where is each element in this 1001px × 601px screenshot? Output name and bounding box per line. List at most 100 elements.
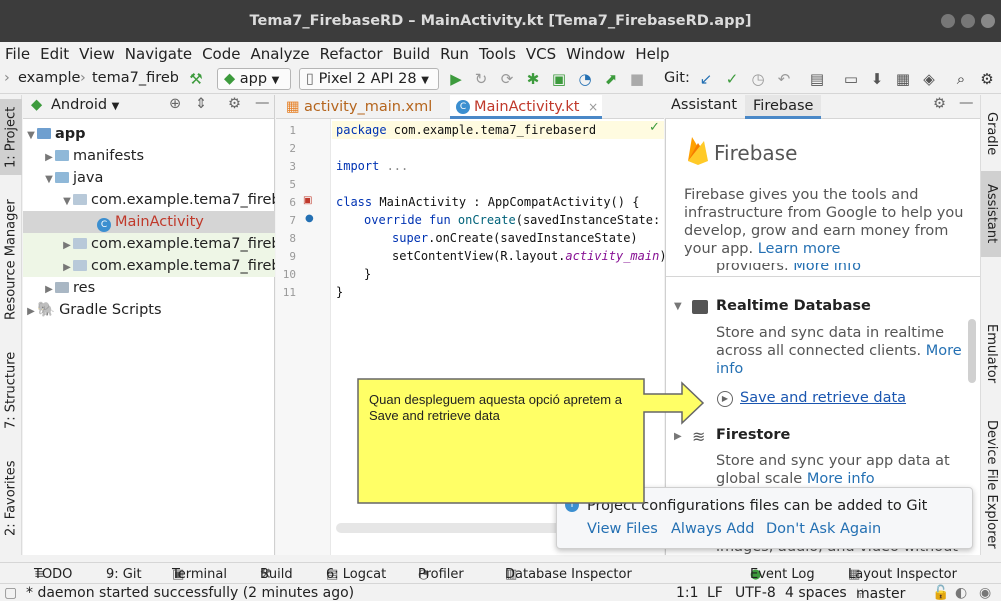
assistant-icon[interactable]: ◈ (920, 70, 938, 88)
vertical-scrollbar[interactable] (968, 319, 976, 383)
rollback-icon[interactable]: ↶ (775, 70, 793, 88)
gradle-icon: 🐘 (37, 302, 56, 318)
menu-analyze[interactable]: Analyze (245, 45, 314, 63)
chevron-down-icon[interactable]: ▼ (674, 301, 682, 312)
maximize-button[interactable] (961, 14, 975, 28)
run-icon[interactable]: ▶ (447, 70, 465, 88)
search-icon[interactable]: ⌕ (952, 70, 970, 88)
minimize-button[interactable] (941, 14, 955, 28)
project-panel: ◆ Android ▼ ⊕ ⇕ ⚙ — ▼ app ▶ manifests ▼ jav… (23, 95, 275, 555)
more-info-link[interactable]: More info (793, 263, 861, 274)
realtime-database-title[interactable]: Realtime Database (716, 298, 871, 314)
git-update-icon[interactable]: ↙ (697, 70, 715, 88)
always-add-link[interactable]: Always Add (671, 521, 755, 537)
tab-structure[interactable]: 7: Structure (0, 345, 22, 435)
run-gutter-icon[interactable]: ▣ (303, 195, 312, 206)
code-line-10: } (364, 267, 372, 281)
tree-item-package[interactable]: ▼com.example.tema7_firebaserd (23, 189, 275, 211)
tab-activity-main-xml[interactable]: ▦ activity_main.xml (280, 95, 450, 119)
indent-setting[interactable]: 4 spaces (785, 585, 847, 601)
tree-item-app[interactable]: ▼ app (23, 123, 275, 145)
dont-ask-again-link[interactable]: Don't Ask Again (766, 521, 881, 537)
gear-icon[interactable]: ⚙ (228, 96, 241, 112)
run-config-select[interactable]: ◆ app ▼ (217, 68, 291, 90)
status-toggle-icon[interactable]: ▢ (4, 585, 17, 601)
tree-item-manifests[interactable]: ▶ manifests (23, 145, 275, 167)
more-info-link[interactable]: More info (807, 471, 875, 487)
attach-debugger-icon[interactable]: ⬈ (602, 70, 620, 88)
stop-icon[interactable]: ■ (628, 70, 646, 88)
lock-icon[interactable]: 🔓 (932, 585, 949, 601)
history-icon[interactable]: ◷ (749, 70, 767, 88)
menu-edit[interactable]: Edit (35, 45, 74, 63)
git-commit-icon[interactable]: ✓ (723, 70, 741, 88)
hide-icon[interactable]: — (255, 95, 270, 111)
debug-icon[interactable]: ✱ (524, 70, 542, 88)
project-structure-icon[interactable]: ▤ (808, 70, 826, 88)
device-select[interactable]: ▯ Pixel 2 API 28 ▼ (299, 68, 439, 90)
menu-navigate[interactable]: Navigate (120, 45, 197, 63)
tab-emulator[interactable]: Emulator (981, 317, 1001, 391)
tab-firebase[interactable]: Firebase (745, 95, 822, 119)
learn-more-link[interactable]: Learn more (758, 241, 841, 257)
tab-device-file-explorer[interactable]: Device File Explorer (981, 419, 1001, 549)
chevron-down-icon: ▼ (271, 75, 280, 86)
tree-item-res[interactable]: ▶ res (23, 277, 275, 299)
save-and-retrieve-data-link[interactable]: Save and retrieve data (740, 390, 906, 406)
project-view-select[interactable]: Android ▼ (51, 97, 119, 113)
tab-favorites[interactable]: 2: Favorites (0, 453, 22, 543)
device-manager-icon[interactable]: ▦ (894, 70, 912, 88)
file-encoding[interactable]: UTF-8 (735, 585, 776, 601)
firestore-title[interactable]: Firestore (716, 427, 790, 443)
menu-build[interactable]: Build (388, 45, 436, 63)
apply-code-changes-icon[interactable]: ⟳ (498, 70, 516, 88)
annotation-callout: Quan despleguem aquesta opció apretem a … (357, 378, 705, 504)
chevron-down-icon: ▼ (111, 101, 120, 112)
gear-icon[interactable]: ⚙ (933, 96, 946, 112)
tree-item-java[interactable]: ▼ java (23, 167, 275, 189)
tab-project[interactable]: 1: Project (0, 99, 22, 175)
menu-file[interactable]: File (0, 45, 35, 63)
tab-assistant-inner[interactable]: Assistant (671, 97, 737, 113)
coverage-icon[interactable]: ▣ (550, 70, 568, 88)
menu-view[interactable]: View (74, 45, 120, 63)
close-tab-icon[interactable]: × (588, 100, 598, 114)
tab-gradle[interactable]: Gradle (981, 101, 1001, 167)
close-button[interactable] (981, 14, 995, 28)
line-separator[interactable]: LF (707, 585, 723, 601)
firebase-intro: Firebase gives you the tools and infrast… (684, 187, 964, 257)
caret-position[interactable]: 1:1 (676, 585, 699, 601)
profile-icon[interactable]: ◔ (576, 70, 594, 88)
settings-icon[interactable]: ⚙ (978, 70, 996, 88)
avd-manager-icon[interactable]: ▭ (842, 70, 860, 88)
hammer-icon[interactable]: ⚒ (187, 70, 205, 88)
locate-icon[interactable]: ⊕ (169, 96, 181, 112)
git-label: Git: (664, 70, 690, 86)
tree-item-gradle-scripts[interactable]: ▶ 🐘 Gradle Scripts (23, 299, 275, 321)
tab-assistant[interactable]: Assistant (981, 171, 1001, 257)
menu-code[interactable]: Code (197, 45, 245, 63)
breadcrumb-package[interactable]: tema7_firebase (92, 70, 178, 86)
collapse-all-icon[interactable]: ⇕ (195, 96, 207, 112)
menu-refactor[interactable]: Refactor (315, 45, 388, 63)
tree-item-mainactivity[interactable]: C MainActivity (23, 211, 275, 233)
tree-item-package-test[interactable]: ▶com.example.tema7_firebaserd (23, 255, 275, 277)
memory-icon[interactable]: ◐ (955, 585, 967, 601)
tab-resource-manager[interactable]: Resource Manager (0, 195, 22, 325)
menu-run[interactable]: Run (435, 45, 474, 63)
package-icon (73, 238, 87, 249)
tree-item-package-android-test[interactable]: ▶com.example.tema7_firebaserd (23, 233, 275, 255)
sdk-manager-icon[interactable]: ⬇ (868, 70, 886, 88)
menu-help[interactable]: Help (630, 45, 674, 63)
override-gutter-icon[interactable]: ● (305, 213, 314, 224)
menu-window[interactable]: Window (561, 45, 630, 63)
menu-tools[interactable]: Tools (474, 45, 521, 63)
tab-mainactivity-kt[interactable]: C MainActivity.kt × (450, 95, 602, 119)
view-files-link[interactable]: View Files (587, 521, 658, 537)
apply-changes-icon[interactable]: ↻ (472, 70, 490, 88)
hide-icon[interactable]: — (959, 95, 974, 111)
breadcrumb-example[interactable]: example (18, 70, 80, 86)
menu-vcs[interactable]: VCS (521, 45, 561, 63)
navigation-toolbar: › example › tema7_firebase ⚒ ◆ app ▼ ▯ P… (0, 66, 1001, 94)
notifications-icon[interactable]: ◉ (979, 585, 991, 601)
